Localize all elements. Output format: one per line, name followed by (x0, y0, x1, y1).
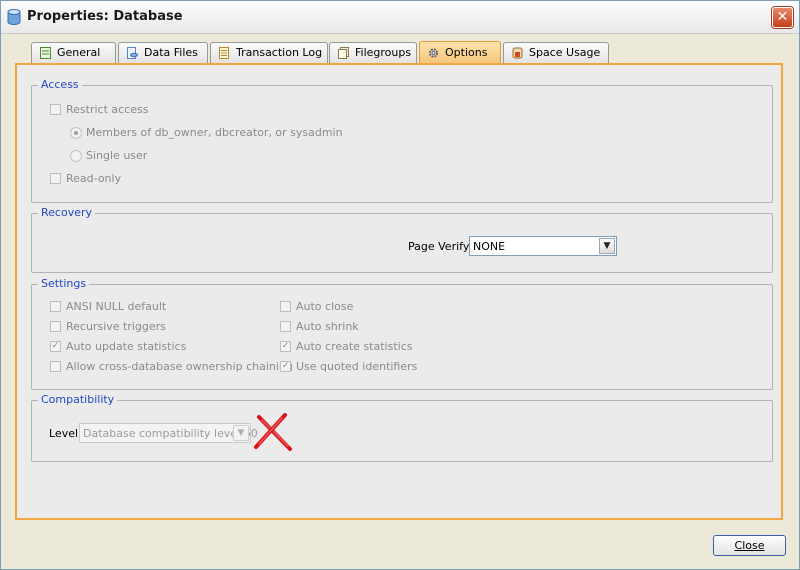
cross-db-chaining-checkbox[interactable] (50, 361, 61, 372)
tab-data-files[interactable]: Data Files (118, 42, 208, 63)
read-only-label: Read-only (66, 172, 122, 185)
compatibility-level-value: Database compatibility level 60 (83, 427, 258, 440)
compatibility-legend: Compatibility (38, 394, 118, 406)
tab-general[interactable]: General (31, 42, 116, 63)
filegroups-icon (338, 47, 349, 59)
single-user-radio[interactable] (70, 150, 82, 162)
options-tab-panel: Access Restrict access Members of db_own… (15, 63, 783, 520)
tab-general-label: General (57, 46, 101, 59)
access-group: Access Restrict access Members of db_own… (31, 79, 773, 203)
tab-options-label: Options (445, 46, 488, 59)
transaction-log-icon (219, 47, 229, 59)
data-files-icon (127, 47, 138, 59)
ansi-null-default-label: ANSI NULL default (66, 300, 167, 313)
page-verify-value: NONE (473, 240, 506, 253)
chevron-down-icon[interactable]: ▼ (233, 425, 249, 441)
page-verify-select[interactable]: NONE ▼ (469, 236, 617, 256)
close-button[interactable]: Close (713, 535, 786, 556)
red-x-mark-icon (254, 413, 292, 451)
tab-space-usage-label: Space Usage (529, 46, 601, 59)
window-title: Properties: Database (27, 9, 183, 24)
title-bar: Properties: Database ✕ (1, 1, 799, 34)
gear-icon (428, 48, 439, 58)
compatibility-group: Compatibility Level Database compatibili… (31, 394, 773, 462)
auto-create-statistics-label: Auto create statistics (296, 340, 413, 353)
space-usage-icon (512, 47, 523, 59)
tab-transaction-log-label: Transaction Log (236, 46, 323, 59)
recovery-legend: Recovery (38, 207, 96, 219)
access-legend: Access (38, 79, 82, 91)
compatibility-level-select[interactable]: Database compatibility level 60 ▼ (79, 423, 258, 443)
restrict-access-label: Restrict access (66, 103, 149, 116)
read-only-checkbox[interactable] (50, 173, 61, 184)
quoted-identifiers-checkbox[interactable]: ✓ (280, 361, 291, 372)
restrict-access-checkbox[interactable] (50, 104, 61, 115)
members-radio[interactable] (70, 127, 82, 139)
tab-space-usage[interactable]: Space Usage (503, 42, 609, 63)
tab-data-files-label: Data Files (144, 46, 198, 59)
quoted-identifiers-label: Use quoted identifiers (296, 360, 418, 373)
recovery-group: Recovery Page Verify NONE ▼ (31, 207, 773, 273)
settings-legend: Settings (38, 278, 90, 290)
auto-close-checkbox[interactable] (280, 301, 291, 312)
auto-update-statistics-checkbox[interactable]: ✓ (50, 341, 61, 352)
tab-filegroups[interactable]: Filegroups (329, 42, 417, 63)
recursive-triggers-label: Recursive triggers (66, 320, 166, 333)
database-icon (7, 9, 21, 25)
auto-create-statistics-checkbox[interactable]: ✓ (280, 341, 291, 352)
recursive-triggers-checkbox[interactable] (50, 321, 61, 332)
tab-options[interactable]: Options (419, 41, 501, 64)
page-verify-label: Page Verify (408, 240, 470, 253)
auto-close-label: Auto close (296, 300, 354, 313)
cross-db-chaining-label: Allow cross-database ownership chaining (66, 360, 293, 373)
auto-update-statistics-label: Auto update statistics (66, 340, 187, 353)
auto-shrink-label: Auto shrink (296, 320, 359, 333)
tab-filegroups-label: Filegroups (355, 46, 412, 59)
single-user-label: Single user (86, 149, 148, 162)
properties-window: Properties: Database ✕ General Data File… (0, 0, 800, 570)
auto-shrink-checkbox[interactable] (280, 321, 291, 332)
close-button-label: Close (734, 539, 765, 552)
settings-group: Settings ANSI NULL default Recursive tri… (31, 278, 773, 390)
members-radio-label: Members of db_owner, dbcreator, or sysad… (86, 126, 343, 139)
general-icon (40, 47, 51, 59)
tab-transaction-log[interactable]: Transaction Log (210, 42, 328, 63)
level-label: Level (49, 427, 79, 440)
ansi-null-default-checkbox[interactable] (50, 301, 61, 312)
chevron-down-icon[interactable]: ▼ (599, 238, 615, 254)
window-close-icon[interactable]: ✕ (772, 7, 793, 28)
